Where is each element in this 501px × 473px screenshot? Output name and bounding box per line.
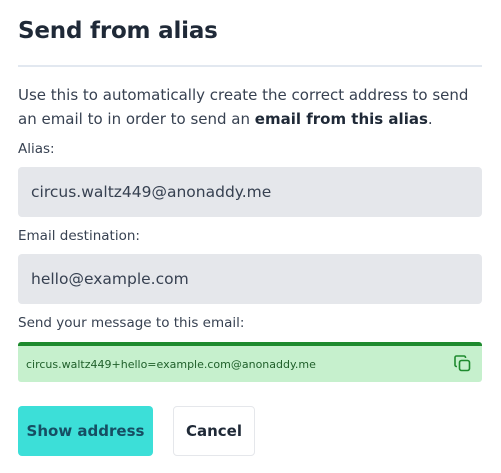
alias-value: circus.waltz449@anonaddy.me <box>31 183 272 201</box>
dialog-title: Send from alias <box>18 18 218 44</box>
dialog-description: Use this to automatically create the cor… <box>18 83 482 131</box>
email-destination-field[interactable]: hello@example.com <box>18 254 482 304</box>
alias-field: circus.waltz449@anonaddy.me <box>18 167 482 217</box>
show-address-button[interactable]: Show address <box>18 406 153 456</box>
destination-label: Email destination: <box>18 228 140 244</box>
alias-label: Alias: <box>18 141 55 157</box>
email-destination-value: hello@example.com <box>31 270 189 288</box>
copy-icon[interactable] <box>452 353 474 375</box>
description-bold-text: email from this alias <box>254 110 428 128</box>
description-suffix: . <box>427 110 433 128</box>
generated-address: circus.waltz449+hello=example.com@anonad… <box>26 357 316 371</box>
title-divider <box>18 65 482 67</box>
result-label: Send your message to this email: <box>18 315 245 331</box>
generated-address-box: circus.waltz449+hello=example.com@anonad… <box>18 342 482 382</box>
cancel-button[interactable]: Cancel <box>173 406 255 456</box>
send-from-alias-dialog: Send from alias Use this to automaticall… <box>0 0 501 473</box>
